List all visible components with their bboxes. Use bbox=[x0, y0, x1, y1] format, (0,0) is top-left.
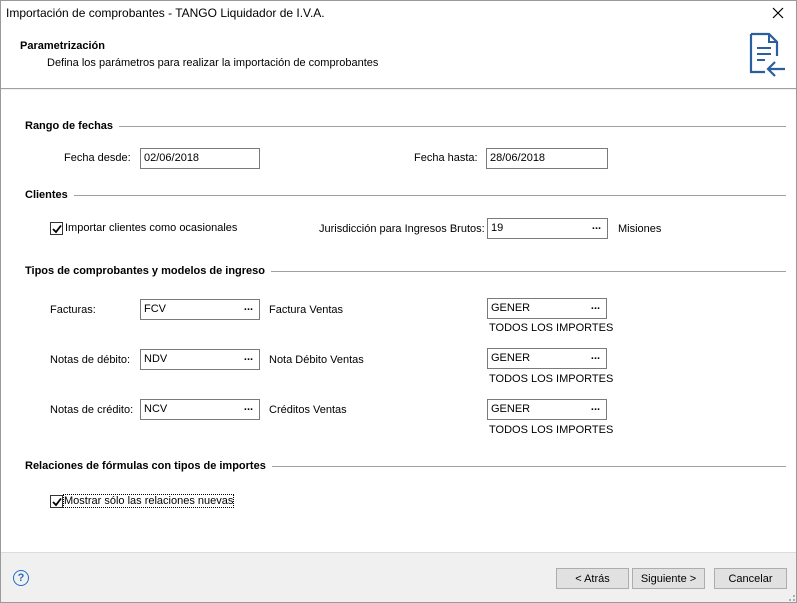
notas-credito-description: Créditos Ventas bbox=[269, 404, 347, 416]
cancel-button[interactable]: Cancelar bbox=[714, 568, 787, 589]
close-button[interactable] bbox=[764, 2, 792, 24]
facturas-modelo-description: TODOS LOS IMPORTES bbox=[489, 322, 614, 334]
notas-debito-code-input[interactable]: NDV ... bbox=[140, 349, 260, 370]
browse-button[interactable]: ... bbox=[587, 300, 604, 316]
browse-button[interactable]: ... bbox=[240, 301, 257, 317]
notas-credito-modelo-input[interactable]: GENER ... bbox=[487, 399, 607, 420]
help-icon[interactable]: ? bbox=[13, 570, 29, 586]
next-button[interactable]: Siguiente > bbox=[632, 568, 705, 589]
jurisdiccion-label: Jurisdicción para Ingresos Brutos: bbox=[319, 223, 485, 235]
fecha-hasta-value: 28/06/2018 bbox=[490, 152, 546, 164]
page-subtitle: Defina los parámetros para realizar la i… bbox=[47, 57, 379, 69]
notas-debito-label: Notas de débito: bbox=[50, 354, 131, 366]
notas-debito-modelo-description: TODOS LOS IMPORTES bbox=[489, 373, 614, 385]
facturas-modelo-value: GENER bbox=[491, 302, 531, 314]
back-button[interactable]: < Atrás bbox=[556, 568, 629, 589]
section-title-rango-fechas: Rango de fechas bbox=[25, 120, 120, 132]
facturas-code-value: FCV bbox=[144, 303, 166, 315]
title-bar: Importación de comprobantes - TANGO Liqu… bbox=[1, 1, 796, 27]
wizard-footer: ? < Atrás Siguiente > Cancelar bbox=[1, 552, 796, 602]
page-title: Parametrización bbox=[20, 40, 105, 52]
checkmark-icon bbox=[51, 497, 62, 506]
notas-debito-modelo-value: GENER bbox=[491, 352, 531, 364]
fecha-hasta-label: Fecha hasta: bbox=[414, 152, 478, 164]
fecha-desde-label: Fecha desde: bbox=[64, 152, 131, 164]
fecha-desde-input[interactable]: 02/06/2018 bbox=[140, 148, 260, 169]
close-icon bbox=[772, 7, 784, 19]
facturas-code-input[interactable]: FCV ... bbox=[140, 299, 260, 320]
section-title-tipos: Tipos de comprobantes y modelos de ingre… bbox=[25, 265, 272, 277]
notas-credito-code-input[interactable]: NCV ... bbox=[140, 399, 260, 420]
facturas-modelo-input[interactable]: GENER ... bbox=[487, 298, 607, 319]
dialog-window: Importación de comprobantes - TANGO Liqu… bbox=[0, 0, 797, 603]
window-title: Importación de comprobantes - TANGO Liqu… bbox=[6, 6, 325, 20]
browse-button[interactable]: ... bbox=[588, 220, 605, 236]
notas-debito-code-value: NDV bbox=[144, 353, 168, 365]
resize-grip-icon[interactable] bbox=[784, 590, 796, 602]
checkmark-icon bbox=[51, 224, 62, 233]
section-divider bbox=[25, 126, 786, 127]
document-import-icon bbox=[749, 32, 785, 77]
facturas-label: Facturas: bbox=[50, 304, 96, 316]
jurisdiccion-description: Misiones bbox=[618, 223, 662, 235]
browse-button[interactable]: ... bbox=[240, 351, 257, 367]
notas-credito-modelo-value: GENER bbox=[491, 403, 531, 415]
notas-credito-modelo-description: TODOS LOS IMPORTES bbox=[489, 424, 614, 436]
browse-button[interactable]: ... bbox=[587, 401, 604, 417]
main-panel: Rango de fechas Fecha desde: 02/06/2018 … bbox=[1, 90, 796, 552]
section-title-relaciones: Relaciones de fórmulas con tipos de impo… bbox=[25, 460, 272, 472]
browse-button[interactable]: ... bbox=[587, 350, 604, 366]
fecha-hasta-input[interactable]: 28/06/2018 bbox=[486, 148, 608, 169]
importar-clientes-checkbox[interactable] bbox=[50, 222, 63, 235]
importar-clientes-label[interactable]: Importar clientes como ocasionales bbox=[65, 222, 237, 234]
mostrar-relaciones-label[interactable]: Mostrar sólo las relaciones nuevas bbox=[62, 494, 235, 508]
jurisdiccion-input[interactable]: 19 ... bbox=[487, 218, 608, 239]
fecha-desde-value: 02/06/2018 bbox=[144, 152, 200, 164]
notas-debito-description: Nota Débito Ventas bbox=[269, 354, 364, 366]
notas-debito-modelo-input[interactable]: GENER ... bbox=[487, 348, 607, 369]
facturas-description: Factura Ventas bbox=[269, 304, 343, 316]
jurisdiccion-value: 19 bbox=[491, 222, 504, 234]
section-title-clientes: Clientes bbox=[25, 189, 74, 201]
notas-credito-code-value: NCV bbox=[144, 403, 168, 415]
section-divider bbox=[25, 195, 786, 196]
notas-credito-label: Notas de crédito: bbox=[50, 404, 134, 416]
browse-button[interactable]: ... bbox=[240, 401, 257, 417]
mostrar-relaciones-checkbox[interactable] bbox=[50, 495, 63, 508]
wizard-header: Parametrización Defina los parámetros pa… bbox=[1, 27, 796, 89]
